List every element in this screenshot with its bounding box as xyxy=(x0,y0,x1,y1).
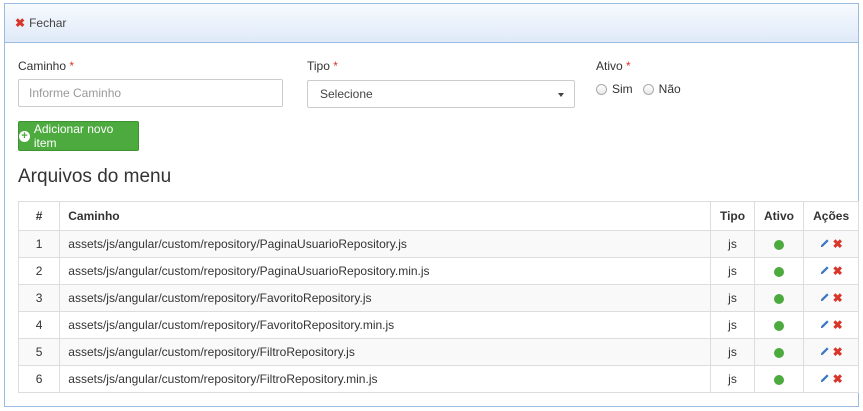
row-ativo xyxy=(753,338,805,366)
pencil-icon[interactable] xyxy=(820,372,830,386)
row-tipo: js xyxy=(710,230,755,258)
row-tipo: js xyxy=(710,257,755,285)
active-dot-icon xyxy=(773,266,784,277)
close-icon: ✖ xyxy=(15,16,26,30)
plus-circle-icon: + xyxy=(19,130,30,142)
pencil-icon[interactable] xyxy=(820,291,830,305)
close-label: Fechar xyxy=(29,16,67,30)
files-table: # Caminho Tipo Ativo Ações 1 assets/js/an… xyxy=(17,201,859,393)
active-dot-icon xyxy=(773,347,784,358)
row-ativo xyxy=(753,311,805,339)
table-row: 3 assets/js/angular/custom/repository/Fav… xyxy=(17,284,859,312)
radio-sim[interactable]: Sim xyxy=(596,82,633,96)
row-number: 4 xyxy=(17,311,61,339)
pencil-icon[interactable] xyxy=(820,345,830,359)
table-row: 4 assets/js/angular/custom/repository/Fav… xyxy=(17,311,859,339)
table-row: 2 assets/js/angular/custom/repository/Pag… xyxy=(17,257,859,285)
delete-icon[interactable]: ✖ xyxy=(833,238,843,250)
row-actions: ✖ xyxy=(803,311,859,339)
active-dot-icon xyxy=(773,320,784,331)
active-dot-icon xyxy=(773,293,784,304)
row-actions: ✖ xyxy=(803,365,859,393)
row-tipo: js xyxy=(710,338,755,366)
pencil-icon[interactable] xyxy=(820,264,830,278)
row-ativo xyxy=(753,284,805,312)
row-path: assets/js/angular/custom/repository/Pagi… xyxy=(59,257,712,285)
radio-nao[interactable]: Não xyxy=(642,82,681,96)
row-path: assets/js/angular/custom/repository/Favo… xyxy=(59,311,712,339)
delete-icon[interactable]: ✖ xyxy=(833,373,843,385)
row-ativo xyxy=(753,365,805,393)
tipo-selected-value: Selecione xyxy=(320,87,373,101)
form-row: Caminho * Tipo * Selecione Ativo * Sim N… xyxy=(18,59,858,119)
active-dot-icon xyxy=(773,239,784,250)
row-path: assets/js/angular/custom/repository/Pagi… xyxy=(59,230,712,258)
col-header-num: # xyxy=(17,201,61,231)
row-actions: ✖ xyxy=(803,284,859,312)
row-path: assets/js/angular/custom/repository/Filt… xyxy=(59,338,712,366)
delete-icon[interactable]: ✖ xyxy=(833,319,843,331)
row-number: 6 xyxy=(17,365,61,393)
row-actions: ✖ xyxy=(803,230,859,258)
add-item-label: Adicionar novo item xyxy=(33,122,114,150)
row-path: assets/js/angular/custom/repository/Filt… xyxy=(59,365,712,393)
delete-icon[interactable]: ✖ xyxy=(833,346,843,358)
pencil-icon[interactable] xyxy=(820,318,830,332)
table-row: 6 assets/js/angular/custom/repository/Fil… xyxy=(17,365,859,393)
row-ativo xyxy=(753,230,805,258)
ativo-radio-group: Sim Não xyxy=(596,82,691,96)
tipo-select[interactable]: Selecione xyxy=(307,80,575,108)
ativo-label: Ativo * xyxy=(596,59,631,73)
table-header-row: # Caminho Tipo Ativo Ações xyxy=(17,201,859,231)
section-title: Arquivos do menu xyxy=(18,166,172,187)
table-row: 5 assets/js/angular/custom/repository/Fil… xyxy=(17,338,859,366)
row-tipo: js xyxy=(710,284,755,312)
close-button[interactable]: ✖ Fechar xyxy=(15,16,66,30)
col-header-ativo: Ativo xyxy=(753,201,805,231)
row-path: assets/js/angular/custom/repository/Favo… xyxy=(59,284,712,312)
row-actions: ✖ xyxy=(803,338,859,366)
row-tipo: js xyxy=(710,311,755,339)
chevron-down-icon xyxy=(558,93,564,97)
row-number: 1 xyxy=(17,230,61,258)
row-number: 5 xyxy=(17,338,61,366)
row-number: 2 xyxy=(17,257,61,285)
tipo-label: Tipo * xyxy=(307,59,338,73)
pencil-icon[interactable] xyxy=(820,237,830,251)
col-header-caminho: Caminho xyxy=(59,201,712,231)
add-item-button[interactable]: + Adicionar novo item xyxy=(18,121,139,151)
radio-circle-icon xyxy=(596,83,607,95)
caminho-label: Caminho * xyxy=(18,59,75,73)
col-header-acoes: Ações xyxy=(803,201,859,231)
modal-frame: ✖ Fechar Caminho * Tipo * Selecione Ativ… xyxy=(4,3,859,407)
row-actions: ✖ xyxy=(803,257,859,285)
col-header-tipo: Tipo xyxy=(710,201,755,231)
delete-icon[interactable]: ✖ xyxy=(833,292,843,304)
row-tipo: js xyxy=(710,365,755,393)
active-dot-icon xyxy=(773,374,784,385)
delete-icon[interactable]: ✖ xyxy=(833,265,843,277)
radio-circle-icon xyxy=(642,83,654,95)
caminho-input[interactable] xyxy=(18,79,283,107)
row-ativo xyxy=(753,257,805,285)
modal-header: ✖ Fechar xyxy=(5,4,858,43)
table-row: 1 assets/js/angular/custom/repository/Pag… xyxy=(17,230,859,258)
row-number: 3 xyxy=(17,284,61,312)
